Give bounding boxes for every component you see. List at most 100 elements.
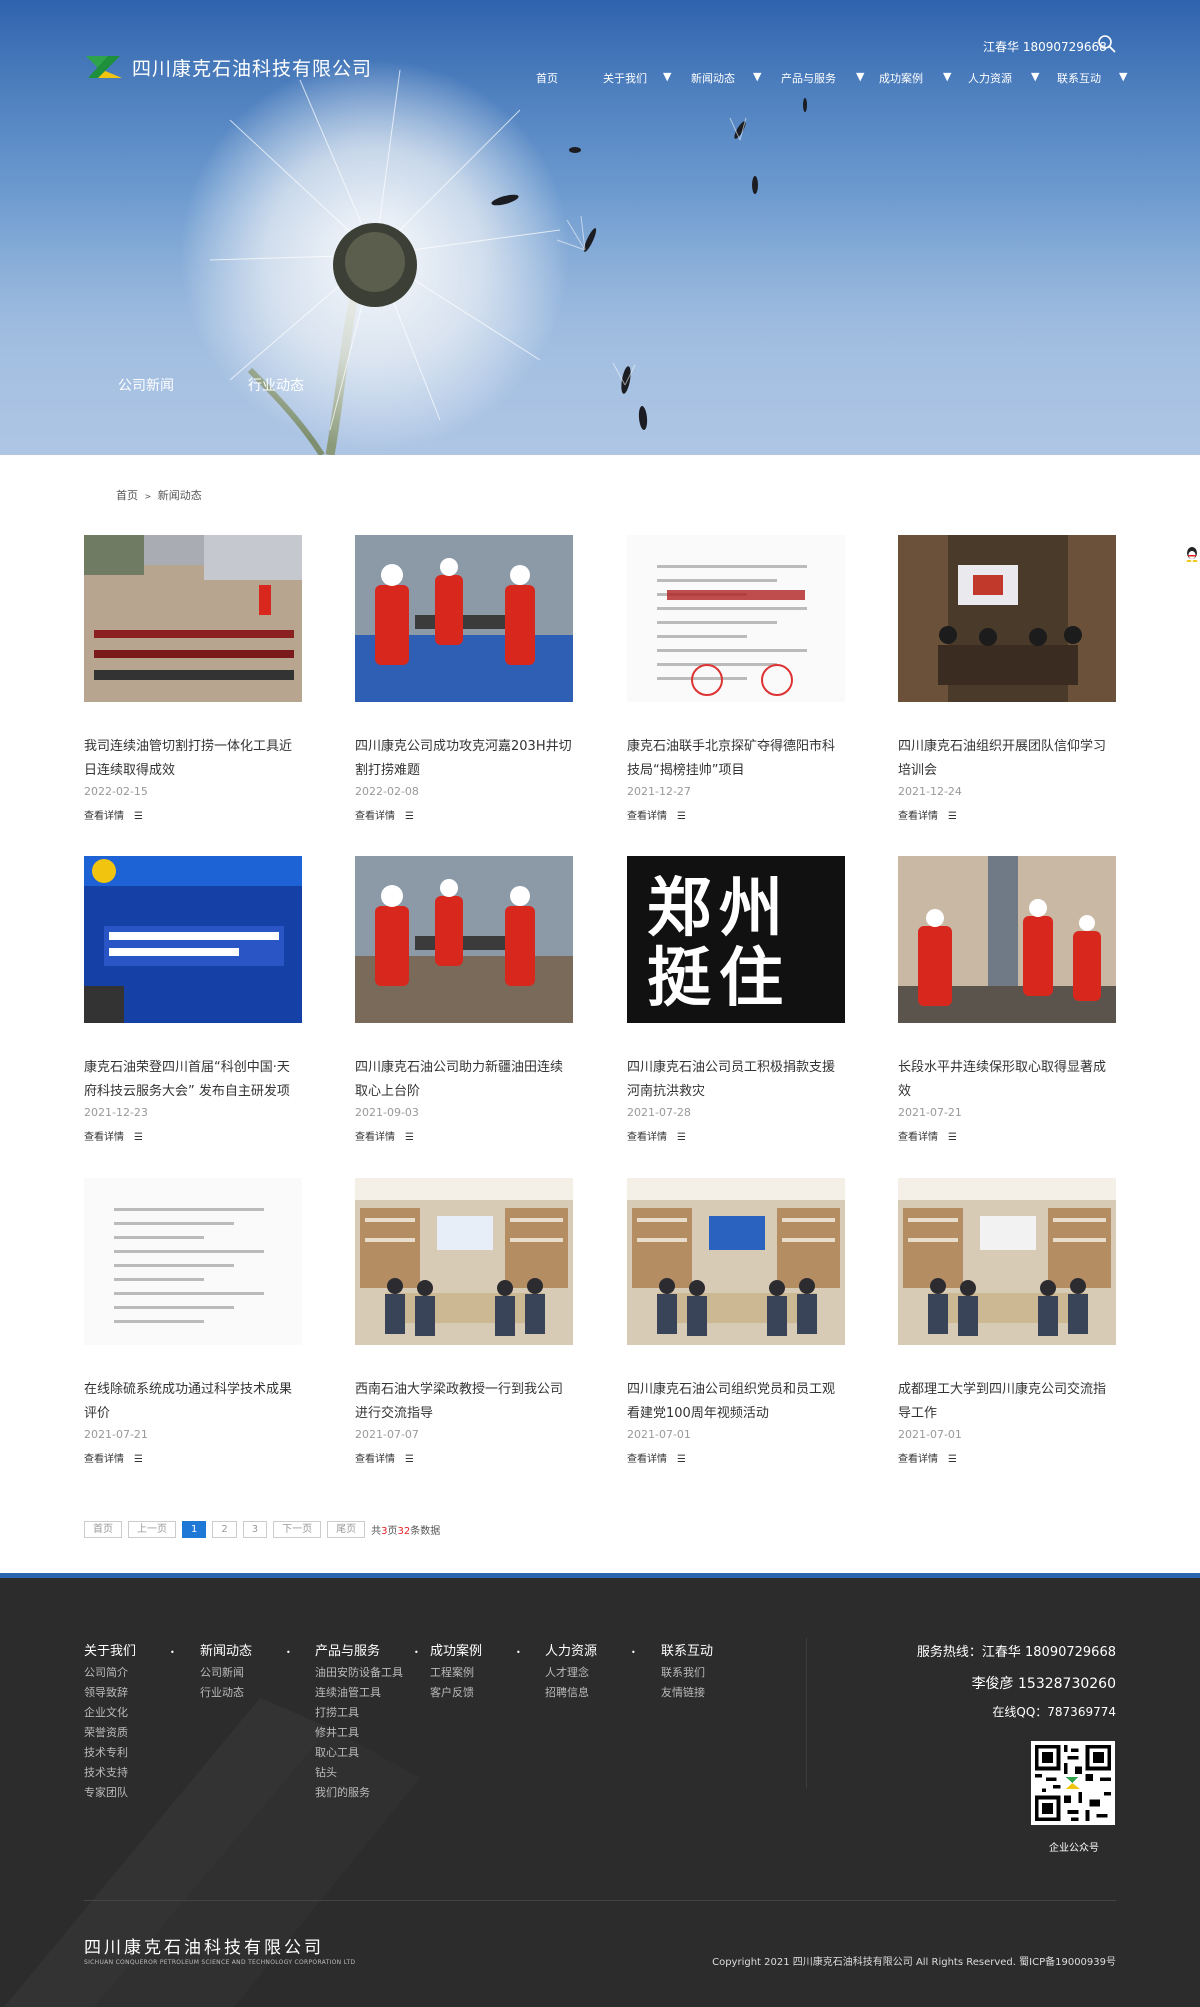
news-thumbnail[interactable] xyxy=(84,1178,302,1345)
chevron-down-icon[interactable]: ▼ xyxy=(856,70,864,83)
read-more-link[interactable]: 查看详情 ☰ xyxy=(84,1450,143,1465)
footer-link[interactable]: 人才理念 xyxy=(545,1666,636,1679)
news-thumbnail[interactable] xyxy=(627,1178,845,1345)
chevron-down-icon[interactable]: ▼ xyxy=(663,70,671,83)
footer-link[interactable]: 专家团队 xyxy=(84,1786,175,1799)
footer-link[interactable]: 客户反馈 xyxy=(430,1686,521,1699)
footer-column-title[interactable]: 人力资源 • xyxy=(545,1640,636,1659)
nav-item-0[interactable]: 首页 xyxy=(536,70,558,86)
footer-column-title[interactable]: 联系互动 xyxy=(661,1640,713,1659)
page-3-button[interactable]: 3 xyxy=(242,1521,268,1538)
news-card[interactable]: 我司连续油管切割打捞一体化工具近日连续取得成效 2022-02-15 查看详情 ☰ xyxy=(84,535,302,822)
footer-link[interactable]: 连续油管工具 xyxy=(315,1686,419,1699)
news-thumbnail[interactable] xyxy=(898,1178,1116,1345)
read-more-link[interactable]: 查看详情 ☰ xyxy=(355,1128,414,1143)
page-1-button[interactable]: 1 xyxy=(182,1521,207,1538)
read-more-link[interactable]: 查看详情 ☰ xyxy=(355,1450,414,1465)
read-more-link[interactable]: 查看详情 ☰ xyxy=(355,807,414,822)
nav-item-3[interactable]: 产品与服务 xyxy=(781,70,836,86)
news-card[interactable]: 西南石油大学梁政教授一行到我公司进行交流指导 2021-07-07 查看详情 ☰ xyxy=(355,1178,573,1465)
news-thumbnail[interactable]: 郑州挺住 xyxy=(627,856,845,1023)
news-title[interactable]: 四川康克石油公司助力新疆油田连续取心上台阶 xyxy=(355,1056,573,1104)
footer-link[interactable]: 企业文化 xyxy=(84,1706,175,1719)
footer-link[interactable]: 荣誉资质 xyxy=(84,1726,175,1739)
chevron-down-icon[interactable]: ▼ xyxy=(1119,70,1127,83)
nav-item-5[interactable]: 人力资源 xyxy=(968,70,1012,86)
news-card[interactable]: 长段水平井连续保形取心取得显著成效 2021-07-21 查看详情 ☰ xyxy=(898,856,1116,1143)
footer-link[interactable]: 公司简介 xyxy=(84,1666,175,1679)
news-card[interactable]: 四川康克石油公司组织党员和员工观看建党100周年视频活动 2021-07-01 … xyxy=(627,1178,845,1465)
news-title[interactable]: 四川康克石油公司员工积极捐款支援河南抗洪救灾 xyxy=(627,1056,845,1104)
footer-link[interactable]: 技术专利 xyxy=(84,1746,175,1759)
read-more-link[interactable]: 查看详情 ☰ xyxy=(898,1450,957,1465)
read-more-link[interactable]: 查看详情 ☰ xyxy=(84,1128,143,1143)
chevron-down-icon[interactable]: ▼ xyxy=(943,70,951,83)
footer-link[interactable]: 技术支持 xyxy=(84,1766,175,1779)
footer-link[interactable]: 打捞工具 xyxy=(315,1706,419,1719)
footer-link[interactable]: 我们的服务 xyxy=(315,1786,419,1799)
page-last-button[interactable]: 尾页 xyxy=(327,1521,366,1538)
news-card[interactable]: 成都理工大学到四川康克公司交流指导工作 2021-07-01 查看详情 ☰ xyxy=(898,1178,1116,1465)
read-more-link[interactable]: 查看详情 ☰ xyxy=(898,1128,957,1143)
news-title[interactable]: 康克石油联手北京探矿夺得德阳市科技局“揭榜挂帅”项目 xyxy=(627,735,845,783)
subnav-industry-news[interactable]: 行业动态 xyxy=(248,375,304,395)
nav-item-6[interactable]: 联系互动 xyxy=(1057,70,1101,86)
news-thumbnail[interactable] xyxy=(898,856,1116,1023)
footer-column-title[interactable]: 成功案例 • xyxy=(430,1640,521,1659)
news-card[interactable]: 郑州挺住 四川康克石油公司员工积极捐款支援河南抗洪救灾 2021-07-28 查… xyxy=(627,856,845,1143)
news-card[interactable]: 康克石油联手北京探矿夺得德阳市科技局“揭榜挂帅”项目 2021-12-27 查看… xyxy=(627,535,845,822)
read-more-link[interactable]: 查看详情 ☰ xyxy=(627,1128,686,1143)
footer-link[interactable]: 钻头 xyxy=(315,1766,419,1779)
news-card[interactable]: 康克石油荣登四川首届“科创中国·天府科技云服务大会” 发布自主研发项 2021-… xyxy=(84,856,302,1143)
news-title[interactable]: 在线除硫系统成功通过科学技术成果评价 xyxy=(84,1378,302,1426)
read-more-link[interactable]: 查看详情 ☰ xyxy=(627,1450,686,1465)
news-thumbnail[interactable] xyxy=(627,535,845,702)
news-title[interactable]: 我司连续油管切割打捞一体化工具近日连续取得成效 xyxy=(84,735,302,783)
footer-link[interactable]: 取心工具 xyxy=(315,1746,419,1759)
news-card[interactable]: 在线除硫系统成功通过科学技术成果评价 2021-07-21 查看详情 ☰ xyxy=(84,1178,302,1465)
read-more-link[interactable]: 查看详情 ☰ xyxy=(84,807,143,822)
news-title[interactable]: 西南石油大学梁政教授一行到我公司进行交流指导 xyxy=(355,1378,573,1426)
news-thumbnail[interactable] xyxy=(84,535,302,702)
news-card[interactable]: 四川康克石油组织开展团队信仰学习培训会 2021-12-24 查看详情 ☰ xyxy=(898,535,1116,822)
footer-link[interactable]: 行业动态 xyxy=(200,1686,291,1699)
news-thumbnail[interactable] xyxy=(84,856,302,1023)
news-title[interactable]: 四川康克石油组织开展团队信仰学习培训会 xyxy=(898,735,1116,783)
footer-link[interactable]: 修井工具 xyxy=(315,1726,419,1739)
chevron-down-icon[interactable]: ▼ xyxy=(753,70,761,83)
footer-link[interactable]: 油田安防设备工具 xyxy=(315,1666,419,1679)
subnav-company-news[interactable]: 公司新闻 xyxy=(118,375,174,395)
news-title[interactable]: 成都理工大学到四川康克公司交流指导工作 xyxy=(898,1378,1116,1426)
chevron-down-icon[interactable]: ▼ xyxy=(1031,70,1039,83)
footer-column-title[interactable]: 产品与服务 • xyxy=(315,1640,419,1659)
news-title[interactable]: 四川康克石油公司组织党员和员工观看建党100周年视频活动 xyxy=(627,1378,845,1426)
news-title[interactable]: 康克石油荣登四川首届“科创中国·天府科技云服务大会” 发布自主研发项 xyxy=(84,1056,302,1104)
read-more-link[interactable]: 查看详情 ☰ xyxy=(898,807,957,822)
news-thumbnail[interactable] xyxy=(355,535,573,702)
footer-link[interactable]: 招聘信息 xyxy=(545,1686,636,1699)
page-first-button[interactable]: 首页 xyxy=(84,1521,122,1538)
search-icon[interactable] xyxy=(1097,34,1117,54)
footer-link[interactable]: 公司新闻 xyxy=(200,1666,291,1679)
page-prev-button[interactable]: 上一页 xyxy=(128,1521,176,1538)
news-card[interactable]: 四川康克公司成功攻克河嘉203H井切割打捞难题 2022-02-08 查看详情 ☰ xyxy=(355,535,573,822)
footer-column-title[interactable]: 关于我们 • xyxy=(84,1640,175,1659)
qq-float-icon[interactable] xyxy=(1185,546,1199,562)
footer-link[interactable]: 友情链接 xyxy=(661,1686,713,1699)
page-2-button[interactable]: 2 xyxy=(212,1521,237,1538)
news-title[interactable]: 四川康克公司成功攻克河嘉203H井切割打捞难题 xyxy=(355,735,573,783)
nav-item-4[interactable]: 成功案例 xyxy=(879,70,923,86)
breadcrumb-home[interactable]: 首页 xyxy=(116,489,138,502)
nav-item-1[interactable]: 关于我们 xyxy=(603,70,647,86)
page-next-button[interactable]: 下一页 xyxy=(273,1521,322,1538)
footer-column-title[interactable]: 新闻动态 • xyxy=(200,1640,291,1659)
news-card[interactable]: 四川康克石油公司助力新疆油田连续取心上台阶 2021-09-03 查看详情 ☰ xyxy=(355,856,573,1143)
footer-link[interactable]: 工程案例 xyxy=(430,1666,521,1679)
site-logo[interactable]: 四川康克石油科技有限公司 xyxy=(84,52,372,82)
nav-item-2[interactable]: 新闻动态 xyxy=(691,70,735,86)
news-thumbnail[interactable] xyxy=(898,535,1116,702)
news-thumbnail[interactable] xyxy=(355,856,573,1023)
read-more-link[interactable]: 查看详情 ☰ xyxy=(627,807,686,822)
news-title[interactable]: 长段水平井连续保形取心取得显著成效 xyxy=(898,1056,1116,1104)
footer-link[interactable]: 联系我们 xyxy=(661,1666,713,1679)
